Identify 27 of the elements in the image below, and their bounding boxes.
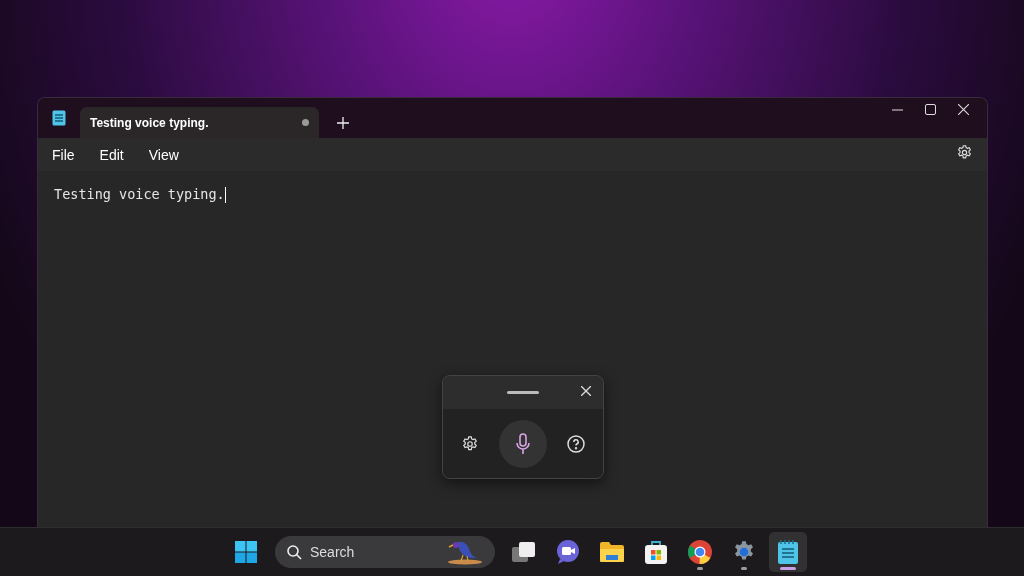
document-tab[interactable]: Testing voice typing. <box>80 107 319 138</box>
menu-item[interactable]: View <box>148 142 204 167</box>
help-icon[interactable] <box>567 434 585 453</box>
microphone-button[interactable] <box>499 419 547 468</box>
notepad-icon[interactable] <box>777 539 799 565</box>
settings-icon[interactable] <box>956 144 973 161</box>
store-bag-icon[interactable] <box>644 539 668 565</box>
text-cursor <box>224 187 226 203</box>
search-icon <box>287 544 302 560</box>
browser-icon[interactable] <box>687 539 713 565</box>
drag-handle[interactable] <box>507 391 539 394</box>
microphone-icon <box>515 432 531 455</box>
editor-text: Testing voice typing. <box>54 186 225 202</box>
search-field[interactable]: Search <box>275 536 495 568</box>
notepad-icon <box>52 110 66 126</box>
task-view-icon[interactable] <box>511 540 537 564</box>
maximize-icon[interactable] <box>925 104 936 115</box>
close-icon[interactable] <box>581 386 591 396</box>
video-chat-icon[interactable] <box>555 539 581 565</box>
menu-item[interactable]: File <box>52 142 100 167</box>
close-icon[interactable] <box>958 104 969 115</box>
windows-logo-icon[interactable] <box>234 540 258 564</box>
folder-icon[interactable] <box>599 541 625 563</box>
new-tab-icon[interactable] <box>337 117 349 129</box>
settings-icon[interactable] <box>461 434 479 453</box>
menu-item[interactable]: Edit <box>99 142 149 167</box>
minimize-icon[interactable] <box>892 108 903 111</box>
